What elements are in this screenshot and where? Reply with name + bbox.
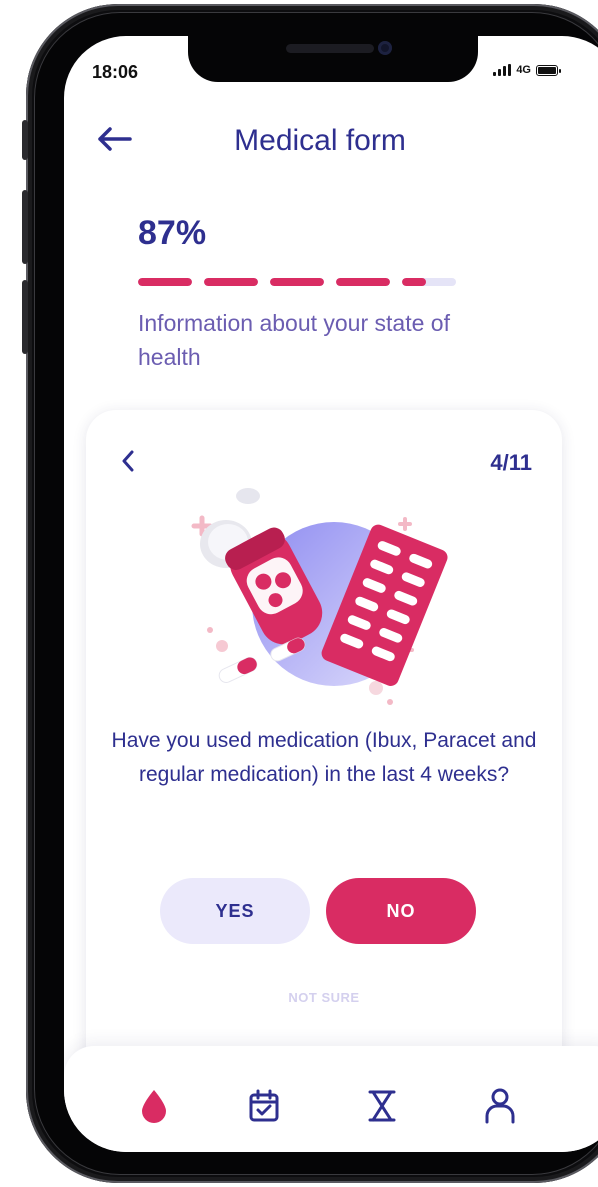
- progress-segment: [336, 278, 390, 286]
- signal-icon: [493, 64, 512, 76]
- camera-icon: [378, 41, 392, 55]
- question-text: Have you used medication (Ibux, Paracet …: [111, 729, 537, 786]
- progress-segment: [138, 278, 192, 286]
- status-time: 18:06: [92, 62, 139, 82]
- drop-icon: [139, 1088, 169, 1129]
- tab-profile[interactable]: [482, 1088, 518, 1128]
- app-screen: 18:06 4G Medical form 87% Information ab…: [64, 36, 598, 1152]
- progress-segment: [204, 278, 258, 286]
- progress-percent: 87%: [138, 214, 207, 252]
- section-subtitle: Information about your state of health: [138, 310, 450, 370]
- speaker-grille: [286, 44, 374, 53]
- question-counter: 4/11: [490, 450, 532, 475]
- tab-health[interactable]: [136, 1088, 172, 1128]
- battery-icon: [536, 64, 561, 76]
- calendar-check-icon: [248, 1089, 280, 1128]
- medication-illustration: [178, 480, 478, 710]
- progress-segment: [270, 278, 324, 286]
- no-button[interactable]: NO: [326, 878, 476, 944]
- progress-segment: [402, 278, 456, 286]
- phone-volume-down: [22, 280, 28, 354]
- hourglass-icon: [366, 1089, 398, 1128]
- tab-calendar[interactable]: [246, 1088, 282, 1128]
- yes-button[interactable]: YES: [160, 878, 310, 944]
- page-title: Medical form: [234, 124, 406, 157]
- question-card: 4/11 Have you used medication (Ibux, Par…: [86, 410, 562, 1110]
- phone-volume-up: [22, 190, 28, 264]
- tab-history[interactable]: [364, 1088, 400, 1128]
- user-icon: [484, 1088, 516, 1129]
- phone-notch: [188, 36, 478, 82]
- phone-mute-switch: [22, 120, 28, 160]
- status-indicators: 4G: [493, 64, 561, 76]
- network-type: 4G: [516, 64, 531, 76]
- bottom-tab-bar: [64, 1046, 598, 1152]
- chevron-left-icon[interactable]: [118, 448, 138, 474]
- progress-bar: [138, 278, 456, 286]
- not-sure-link[interactable]: NOT SURE: [86, 990, 562, 1005]
